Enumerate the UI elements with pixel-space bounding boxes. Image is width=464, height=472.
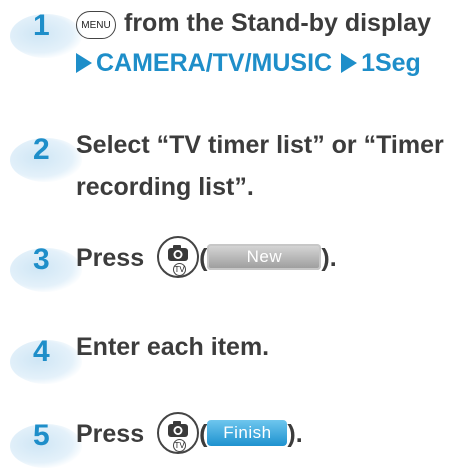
press-label: Press <box>76 244 145 272</box>
step-4-text: Enter each item. <box>76 333 270 361</box>
step-number: 4 <box>33 335 50 368</box>
softkey-new[interactable]: New <box>207 244 322 270</box>
step-1-text: from the Stand-by display <box>124 9 431 37</box>
step-1-line-2: CAMERA/TV/MUSIC 1Seg <box>76 44 421 82</box>
softkey-finish[interactable]: Finish <box>207 420 288 446</box>
open-paren: ( <box>199 244 208 272</box>
step-3-line: Press TV (New). <box>76 236 337 278</box>
camera-icon <box>168 421 189 437</box>
step-number: 5 <box>33 419 50 452</box>
camera-icon <box>168 245 189 261</box>
nav-item-camera-tv-music: CAMERA/TV/MUSIC <box>96 49 333 77</box>
menu-key-icon: MENU <box>76 11 116 39</box>
step-number-badge: 4 <box>0 332 82 388</box>
triangle-arrow-icon <box>76 53 92 73</box>
triangle-arrow-icon <box>341 53 358 73</box>
tv-sub-label: TV <box>173 439 187 452</box>
step-number-badge: 2 <box>0 130 82 186</box>
press-label: Press <box>76 420 145 448</box>
step-2-line-2: recording list”. <box>76 173 254 201</box>
close-paren: ). <box>321 244 337 272</box>
camera-tv-key-icon: TV <box>157 236 200 278</box>
step-number-badge: 3 <box>0 240 82 296</box>
nav-item-1seg: 1Seg <box>361 49 421 77</box>
tv-sub-label: TV <box>173 263 187 276</box>
close-paren: ). <box>287 420 303 448</box>
camera-tv-key-icon: TV <box>157 412 200 454</box>
step-number: 2 <box>33 133 50 166</box>
step-1-line-1: MENU from the Stand-by display <box>76 4 431 42</box>
step-number-badge: 1 <box>0 6 82 62</box>
step-5-line: Press TV (Finish). <box>76 412 303 454</box>
step-number: 3 <box>33 243 50 276</box>
step-2-line-1: Select “TV timer list” or “Timer <box>76 131 444 159</box>
step-number: 1 <box>33 9 50 42</box>
open-paren: ( <box>199 420 208 448</box>
